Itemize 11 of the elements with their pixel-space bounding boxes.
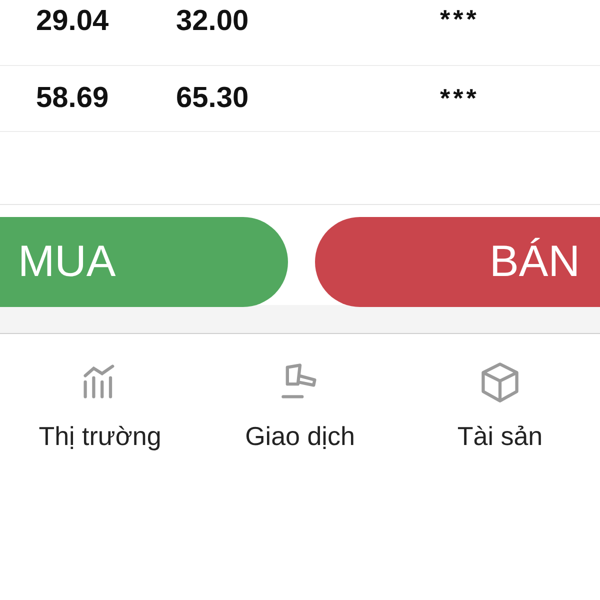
table-cell-text: *** xyxy=(440,82,480,115)
table-cell-text: *** xyxy=(440,3,480,36)
table-cell-text: 29.04 xyxy=(36,4,110,39)
cube-icon xyxy=(479,361,521,403)
table-cell-text: 65.30 xyxy=(176,80,250,116)
nav-tab[interactable]: Giao dịch xyxy=(200,360,400,457)
table-cell-text: 32.00 xyxy=(176,4,250,39)
sell-button[interactable]: BÁN xyxy=(315,217,600,307)
nav-tab[interactable]: Tài sản xyxy=(400,360,600,457)
table-cell-text: 58.69 xyxy=(36,80,110,116)
nav-tab[interactable]: Thị trường xyxy=(0,360,200,457)
